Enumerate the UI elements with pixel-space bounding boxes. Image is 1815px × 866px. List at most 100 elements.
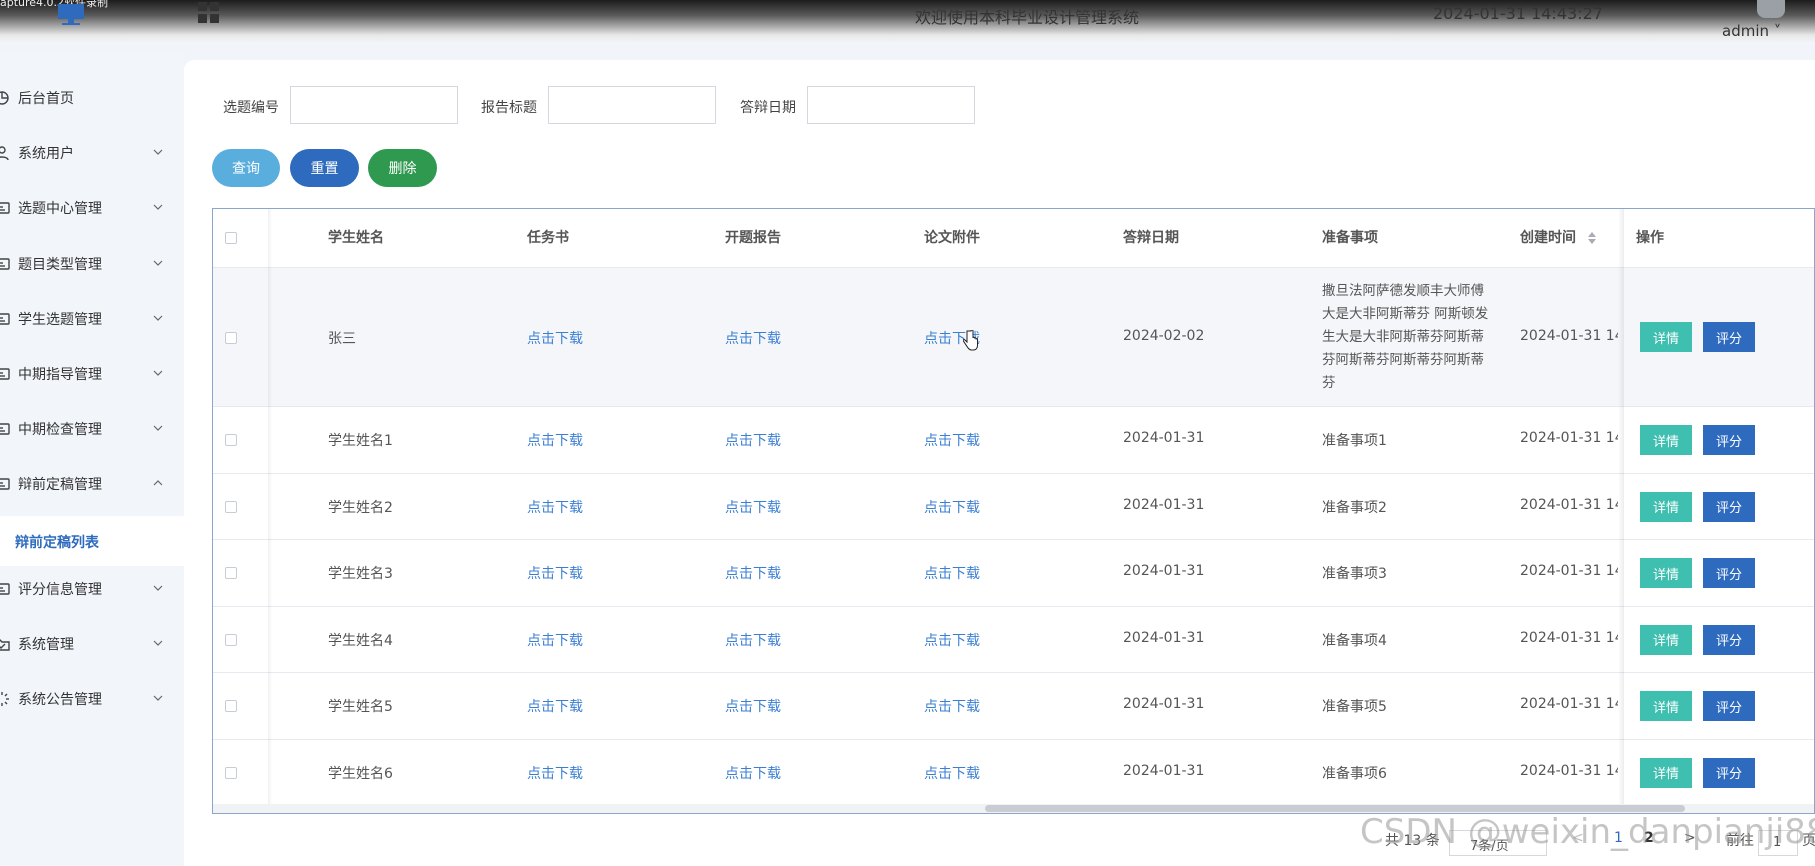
- loading-icon: [1, 692, 9, 706]
- delete-button[interactable]: 删除: [368, 149, 437, 187]
- table-row[interactable]: 学生姓名3 点击下载 点击下载 点击下载 2024-01-31 准备事项3 2024-01-…: [213, 539, 1814, 606]
- detail-button[interactable]: 详情: [1640, 491, 1692, 522]
- thesis-download-link[interactable]: 点击下载: [924, 630, 980, 650]
- sidebar-item-final-draft[interactable]: 辩前定稿管理: [0, 466, 184, 502]
- table-row[interactable]: 学生姓名1 点击下载 点击下载 点击下载 2024-01-31 准备事项1 2024-01-…: [213, 406, 1814, 473]
- detail-button[interactable]: 详情: [1640, 691, 1692, 721]
- task-book-download-link[interactable]: 点击下载: [527, 696, 583, 716]
- task-book-download-link[interactable]: 点击下载: [527, 630, 583, 650]
- sidebar-item-score-info[interactable]: 评分信息管理: [0, 571, 184, 607]
- created-time: 2024-01-31 14:34: [1520, 762, 1618, 779]
- sidebar-item-midterm-check[interactable]: 中期检查管理: [0, 411, 184, 447]
- detail-button[interactable]: 详情: [1640, 558, 1692, 588]
- grid-menu-icon[interactable]: [198, 2, 220, 24]
- col-created-time[interactable]: 创建时间: [1520, 209, 1597, 267]
- table-row[interactable]: 张三 点击下载 点击下载 点击下载 2024-02-02 撒旦法阿萨德发顺丰大师…: [213, 267, 1814, 407]
- sidebar-item-label: 题目类型管理: [18, 257, 102, 273]
- opening-report-download-link[interactable]: 点击下载: [725, 497, 781, 517]
- table-row[interactable]: 学生姓名6 点击下载 点击下载 点击下载 2024-01-31 准备事项6 2024-01-…: [213, 738, 1814, 806]
- preparations-line: 大是大非阿斯蒂芬 阿斯顿发: [1322, 306, 1489, 322]
- opening-report-download-link[interactable]: 点击下载: [725, 763, 781, 783]
- monitor-icon: [58, 4, 84, 25]
- task-book-download-link[interactable]: 点击下载: [527, 563, 583, 583]
- chevron-down-icon: [153, 315, 163, 321]
- opening-report-download-link[interactable]: 点击下载: [725, 328, 781, 348]
- select-all-checkbox[interactable]: [225, 232, 237, 244]
- score-button[interactable]: 评分: [1703, 757, 1755, 788]
- table-row[interactable]: 学生姓名4 点击下载 点击下载 点击下载 2024-01-31 准备事项4 2024-01-…: [213, 605, 1814, 673]
- submenu: 辩前定稿列表: [0, 516, 184, 566]
- opening-report-download-link[interactable]: 点击下载: [725, 563, 781, 583]
- col-thesis-attachment: 论文附件: [924, 230, 980, 246]
- detail-button[interactable]: 详情: [1640, 322, 1692, 352]
- row-checkbox[interactable]: [225, 332, 237, 344]
- score-button[interactable]: 评分: [1703, 624, 1755, 655]
- watermark: CSDN @weixin_danpianji889: [1360, 812, 1815, 852]
- thesis-download-link[interactable]: 点击下载: [924, 563, 980, 583]
- score-button[interactable]: 评分: [1703, 491, 1755, 522]
- avatar[interactable]: [1757, 0, 1785, 18]
- sidebar-item-system-settings[interactable]: 系统管理: [0, 626, 184, 662]
- sidebar-item-home[interactable]: 后台首页: [0, 80, 184, 116]
- row-checkbox[interactable]: [225, 500, 237, 513]
- task-book-download-link[interactable]: 点击下载: [527, 497, 583, 517]
- card-icon: [0, 368, 10, 380]
- card-icon: [0, 478, 10, 490]
- row-checkbox[interactable]: [225, 434, 237, 446]
- opening-report-download-link[interactable]: 点击下载: [725, 430, 781, 450]
- sidebar-item-announcements[interactable]: 系统公告管理: [0, 681, 184, 717]
- sidebar-item-student-topic[interactable]: 学生选题管理: [0, 301, 184, 337]
- row-checkbox[interactable]: [225, 766, 237, 779]
- thesis-download-link[interactable]: 点击下载: [924, 430, 980, 450]
- opening-report-download-link[interactable]: 点击下载: [725, 630, 781, 650]
- score-button[interactable]: 评分: [1703, 691, 1755, 721]
- detail-button[interactable]: 详情: [1640, 624, 1692, 655]
- table-row[interactable]: 学生姓名2 点击下载 点击下载 点击下载 2024-01-31 准备事项2 2024-01-…: [213, 472, 1814, 540]
- sidebar-item-midterm-guidance[interactable]: 中期指导管理: [0, 356, 184, 392]
- data-table: 学生姓名 任务书 开题报告 论文附件 答辩日期 准备事项 创建时间 操作 张三 …: [212, 208, 1815, 814]
- card-icon: [0, 313, 10, 325]
- opening-report-download-link[interactable]: 点击下载: [725, 696, 781, 716]
- query-button[interactable]: 查询: [212, 149, 280, 187]
- sidebar-item-system-users[interactable]: 系统用户: [0, 135, 184, 171]
- thesis-download-link[interactable]: 点击下载: [924, 497, 980, 517]
- pointer-cursor-icon: [963, 330, 978, 351]
- report-title-input[interactable]: [548, 86, 716, 124]
- detail-button[interactable]: 详情: [1640, 757, 1692, 788]
- defense-date-input[interactable]: [807, 86, 975, 124]
- sidebar-item-label: 学生选题管理: [18, 312, 102, 328]
- thesis-download-link[interactable]: 点击下载: [924, 763, 980, 783]
- chevron-down-icon: [153, 640, 163, 646]
- search-label-defense-date: 答辩日期: [740, 100, 796, 116]
- defense-date: 2024-01-31: [1123, 430, 1205, 446]
- row-checkbox[interactable]: [225, 633, 237, 646]
- scrollbar-thumb[interactable]: [985, 805, 1685, 812]
- row-checkbox[interactable]: [225, 700, 237, 712]
- user-menu[interactable]: admin ˅: [1722, 22, 1781, 40]
- task-book-download-link[interactable]: 点击下载: [527, 430, 583, 450]
- reset-button[interactable]: 重置: [290, 149, 359, 187]
- sidebar-item-topic-type[interactable]: 题目类型管理: [0, 246, 184, 282]
- preparations-line: 撒旦法阿萨德发顺丰大师傅: [1322, 283, 1484, 299]
- score-button[interactable]: 评分: [1703, 425, 1755, 455]
- sidebar-item-label: 系统公告管理: [18, 692, 102, 708]
- topic-no-input[interactable]: [290, 86, 458, 124]
- submenu-item-final-draft-list[interactable]: 辩前定稿列表: [15, 532, 99, 552]
- detail-button[interactable]: 详情: [1640, 425, 1692, 455]
- card-icon: [0, 258, 10, 270]
- row-checkbox[interactable]: [225, 567, 237, 579]
- sort-icon[interactable]: [1587, 231, 1597, 245]
- thesis-download-link[interactable]: 点击下载: [924, 696, 980, 716]
- sidebar-item-topic-center[interactable]: 选题中心管理: [0, 190, 184, 226]
- score-button[interactable]: 评分: [1703, 322, 1755, 352]
- preparations-text: 准备事项5: [1322, 699, 1387, 715]
- card-icon: [0, 423, 10, 435]
- current-datetime: 2024-01-31 14:43:27: [1433, 4, 1603, 23]
- user-icon: [0, 146, 9, 161]
- table-row[interactable]: 学生姓名5 点击下载 点击下载 点击下载 2024-01-31 准备事项5 2024-01-…: [213, 672, 1814, 739]
- task-book-download-link[interactable]: 点击下载: [527, 328, 583, 348]
- score-button[interactable]: 评分: [1703, 558, 1755, 588]
- task-book-download-link[interactable]: 点击下载: [527, 763, 583, 783]
- created-time: 2024-01-31 14:34: [1520, 496, 1618, 513]
- sidebar-item-label: 系统管理: [18, 637, 74, 653]
